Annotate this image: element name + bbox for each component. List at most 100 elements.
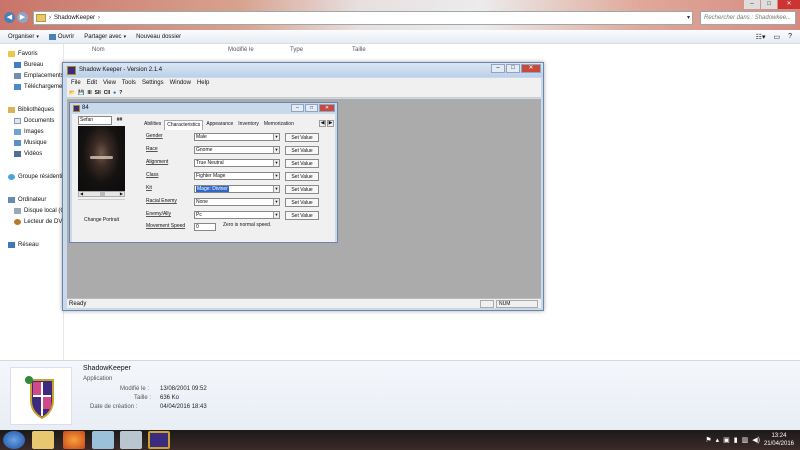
caret-up-icon[interactable]: ▴ xyxy=(716,436,720,444)
search-input[interactable]: Rechercher dans : Shadowkee... xyxy=(700,11,796,25)
menu-settings[interactable]: Settings xyxy=(142,80,164,86)
nav-documents[interactable]: Documents xyxy=(14,118,54,124)
nav-desktop[interactable]: Bureau xyxy=(14,62,43,68)
close-button[interactable]: ✕ xyxy=(319,104,335,112)
maximize-button[interactable]: □ xyxy=(305,104,318,112)
portrait-scrollbar[interactable]: ◀ ▶ xyxy=(78,191,125,197)
view-options-icon[interactable]: ☷▾ xyxy=(756,33,766,41)
nav-music[interactable]: Musique xyxy=(14,140,47,146)
nav-videos[interactable]: Vidéos xyxy=(14,151,42,157)
scroll-thumb[interactable] xyxy=(100,192,105,196)
network-icon[interactable]: ▥ xyxy=(742,436,749,444)
close-button[interactable]: ✕ xyxy=(778,0,800,9)
explorer-taskbar-icon[interactable] xyxy=(32,431,54,449)
column-name[interactable]: Nom xyxy=(92,47,105,53)
column-modified[interactable]: Modifié le xyxy=(228,47,254,53)
character-window: 84 – □ ✕ Sefan ## ◀ ▶ Change Portrait Ab… xyxy=(69,102,338,243)
tab-abilities[interactable]: Abilities xyxy=(142,120,163,130)
set-value-alignment-button[interactable]: Set Value xyxy=(285,159,319,168)
nav-libraries[interactable]: Bibliothèques xyxy=(8,107,54,113)
tab-right-icon[interactable]: ▶ xyxy=(327,120,334,127)
column-type[interactable]: Type xyxy=(290,47,303,53)
shadowkeeper-title-bar[interactable]: Shadow Keeper - Version 2.1.4 – □ ✕ xyxy=(63,63,543,77)
nav-local-disk[interactable]: Disque local (C:) xyxy=(14,208,68,214)
enemy-ally-select[interactable]: Pc ▼ xyxy=(194,211,280,219)
scroll-right-icon[interactable]: ▶ xyxy=(120,191,123,196)
tab-memorization[interactable]: Memorization xyxy=(262,120,296,130)
open-button[interactable]: Ouvrir xyxy=(48,33,74,40)
nav-homegroup[interactable]: Groupe résidentiel xyxy=(8,174,67,180)
organize-button[interactable]: Organiser ▾ xyxy=(8,34,39,40)
app-taskbar-icon[interactable] xyxy=(92,431,114,449)
chevron-right-icon: › xyxy=(49,15,51,21)
close-button[interactable]: ✕ xyxy=(521,64,541,73)
menu-help[interactable]: Help xyxy=(197,80,209,86)
tab-left-icon[interactable]: ◀ xyxy=(319,120,326,127)
movement-speed-input[interactable]: 0 xyxy=(194,223,216,231)
character-name-input[interactable]: Sefan xyxy=(78,116,112,125)
set-value-enemy-ally-button[interactable]: Set Value xyxy=(285,211,319,220)
new-folder-button[interactable]: Nouveau dossier xyxy=(136,34,181,40)
breadcrumb[interactable]: ShadowKeeper xyxy=(54,15,95,21)
alignment-select[interactable]: True Neutral ▼ xyxy=(194,159,280,167)
nav-images[interactable]: Images xyxy=(14,129,44,135)
help-icon[interactable]: ? xyxy=(788,33,792,41)
tab-characteristics[interactable]: Characteristics xyxy=(164,120,204,130)
tool-iii-button[interactable]: III xyxy=(87,90,91,96)
firefox-taskbar-icon[interactable] xyxy=(63,431,85,449)
maximize-button[interactable]: □ xyxy=(506,64,520,73)
start-button[interactable] xyxy=(3,431,25,449)
set-value-class-button[interactable]: Set Value xyxy=(285,172,319,181)
tab-inventory[interactable]: Inventory xyxy=(236,120,261,130)
images-icon xyxy=(14,129,21,135)
shadowkeeper-taskbar-icon[interactable] xyxy=(148,431,170,449)
tab-appearance[interactable]: Appearance xyxy=(204,120,235,130)
menu-view[interactable]: View xyxy=(103,80,116,86)
open-file-icon[interactable]: 📂 xyxy=(69,90,75,96)
column-size[interactable]: Taille xyxy=(352,47,366,53)
set-value-gender-button[interactable]: Set Value xyxy=(285,133,319,142)
app-tray-icon[interactable]: ▣ xyxy=(723,436,730,444)
minimize-button[interactable]: – xyxy=(744,0,760,9)
change-portrait-button[interactable]: Change Portrait xyxy=(78,199,125,237)
save-icon[interactable]: 💾 xyxy=(78,90,84,96)
maximize-button[interactable]: □ xyxy=(761,0,777,9)
menu-edit[interactable]: Edit xyxy=(87,80,97,86)
menu-file[interactable]: File xyxy=(71,80,81,86)
address-bar[interactable]: › ShadowKeeper › ▾ xyxy=(33,11,693,25)
battery-icon[interactable]: ▮ xyxy=(734,436,738,444)
scroll-left-icon[interactable]: ◀ xyxy=(80,191,83,196)
menu-window[interactable]: Window xyxy=(170,80,191,86)
tool-cii-button[interactable]: CII xyxy=(104,90,110,96)
nav-favorites[interactable]: Favoris xyxy=(8,51,38,57)
set-value-race-button[interactable]: Set Value xyxy=(285,146,319,155)
kit-select[interactable]: Mage: Diviner ▼ xyxy=(194,185,280,193)
class-select[interactable]: Fighter Mage ▼ xyxy=(194,172,280,180)
clock[interactable]: 13:24 21/04/2016 xyxy=(764,432,794,448)
menu-tools[interactable]: Tools xyxy=(122,80,136,86)
flag-icon[interactable]: ⚑ xyxy=(705,436,711,444)
back-button[interactable]: ◀ xyxy=(4,12,15,23)
race-select[interactable]: Gnome ▼ xyxy=(194,146,280,154)
nav-computer[interactable]: Ordinateur xyxy=(8,197,46,203)
help-icon[interactable]: ? xyxy=(119,90,122,96)
nav-network[interactable]: Réseau xyxy=(8,242,39,248)
forward-button[interactable]: ▶ xyxy=(17,12,28,23)
set-value-racial-enemy-button[interactable]: Set Value xyxy=(285,198,319,207)
racial-enemy-select[interactable]: None ▼ xyxy=(194,198,280,206)
nav-dvd-drive[interactable]: Lecteur de DVD xyxy=(14,219,67,225)
character-window-title-bar[interactable]: 84 – □ ✕ xyxy=(70,103,337,113)
minimize-button[interactable]: – xyxy=(491,64,505,73)
share-button[interactable]: Partager avec ▾ xyxy=(84,34,126,40)
nav-locations[interactable]: Emplacements xyxy=(14,73,64,79)
preview-pane-icon[interactable]: ▭ xyxy=(773,33,780,41)
globe-icon[interactable]: ● xyxy=(113,90,116,96)
set-value-kit-button[interactable]: Set Value xyxy=(285,185,319,194)
tool-sii-button[interactable]: SII xyxy=(95,90,101,96)
volume-icon[interactable]: ◀) xyxy=(752,436,760,444)
gender-select[interactable]: Male ▼ xyxy=(194,133,280,141)
document-taskbar-icon[interactable] xyxy=(120,431,142,449)
hash-button[interactable]: ## xyxy=(114,116,125,125)
minimize-button[interactable]: – xyxy=(291,104,304,112)
chevron-down-icon[interactable]: ▾ xyxy=(687,14,690,21)
